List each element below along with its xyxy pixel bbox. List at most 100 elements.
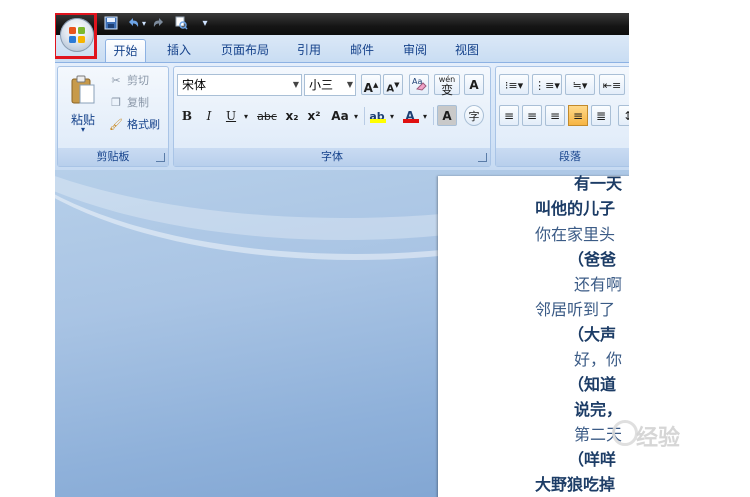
- align-center-button[interactable]: ≡: [522, 105, 542, 126]
- watermark-text: 经验: [636, 426, 681, 451]
- clipboard-group-label: 剪贴板: [58, 148, 168, 166]
- watermark-logo-icon: [612, 420, 638, 446]
- multilevel-list-button[interactable]: ≒▾: [565, 74, 595, 95]
- tab-home[interactable]: 开始: [105, 39, 146, 62]
- document-area[interactable]: 有一天 叫他的儿子 你在家里头 （爸爸 还有啊 邻居听到了 （大声 好，你 （知…: [55, 170, 629, 497]
- font-name-value: 宋体: [182, 78, 207, 92]
- align-right-icon: ≡: [549, 109, 561, 123]
- text-line: （爸爸: [568, 250, 617, 269]
- tab-insert[interactable]: 插入: [155, 39, 203, 62]
- align-center-icon: ≡: [526, 109, 538, 123]
- customize-qat-icon[interactable]: ▾: [197, 16, 213, 32]
- text-line: 说完，: [574, 400, 623, 419]
- font-launcher-icon[interactable]: [478, 153, 487, 162]
- superscript-button[interactable]: x²: [304, 105, 324, 126]
- highlight-button[interactable]: ab: [367, 105, 387, 126]
- chevron-down-icon: ▼: [346, 80, 353, 89]
- title-bar: ▾ ▾: [55, 13, 629, 35]
- decrease-indent-button[interactable]: ⇤≡: [599, 74, 625, 95]
- tab-references[interactable]: 引用: [287, 39, 331, 62]
- font-color-button[interactable]: A: [400, 105, 420, 126]
- paste-button[interactable]: 粘贴 ▾: [66, 73, 100, 137]
- justify-button[interactable]: ≡: [568, 105, 588, 126]
- text-line: 大野狼吃掉: [535, 475, 616, 494]
- grow-font-icon: A: [363, 81, 373, 95]
- word-window: ▾ ▾ 开始 插入 页面布局 引用 邮件 审阅 视图 粘贴 ▾ ✂ 剪切 ❐ 复…: [55, 13, 629, 497]
- strikethrough-button[interactable]: abc: [255, 105, 279, 126]
- grow-font-button[interactable]: A▲: [361, 74, 381, 95]
- brush-icon: 🖌: [109, 118, 123, 131]
- align-right-button[interactable]: ≡: [545, 105, 565, 126]
- character-border-icon: A: [469, 78, 479, 92]
- bold-button[interactable]: B: [177, 105, 197, 126]
- document-page[interactable]: 有一天 叫他的儿子 你在家里头 （爸爸 还有啊 邻居听到了 （大声 好，你 （知…: [438, 174, 629, 497]
- tab-review[interactable]: 审阅: [393, 39, 437, 62]
- redo-icon[interactable]: [151, 16, 167, 32]
- character-shading-button[interactable]: A: [437, 105, 457, 126]
- shrink-font-button[interactable]: A▼: [383, 74, 403, 95]
- character-border-button[interactable]: A: [464, 74, 484, 95]
- enclose-characters-button[interactable]: 字: [464, 105, 484, 126]
- paste-icon: [71, 75, 95, 104]
- print-preview-icon[interactable]: [173, 16, 189, 32]
- format-painter-button[interactable]: 🖌 格式刷: [108, 115, 160, 135]
- font-group-label: 字体: [174, 148, 490, 166]
- scissors-icon: ✂: [111, 74, 121, 87]
- numbering-icon: ⋮≡▾: [534, 79, 560, 92]
- tab-page-layout[interactable]: 页面布局: [210, 39, 280, 62]
- line-spacing-button[interactable]: ↕: [618, 105, 629, 126]
- clear-format-button[interactable]: Aa: [409, 74, 429, 95]
- change-case-button[interactable]: Aa: [328, 105, 352, 126]
- cut-button[interactable]: ✂ 剪切: [108, 71, 149, 91]
- font-size-value: 小三: [309, 78, 334, 92]
- italic-button[interactable]: I: [199, 105, 219, 126]
- decrease-indent-icon: ⇤≡: [602, 79, 622, 92]
- change-case-dropdown-icon[interactable]: ▾: [351, 105, 361, 126]
- font-size-dropdown[interactable]: 小三 ▼: [304, 74, 356, 96]
- justify-icon: ≡: [572, 109, 584, 123]
- distributed-button[interactable]: ≣: [591, 105, 611, 126]
- font-name-dropdown[interactable]: 宋体 ▼: [177, 74, 302, 96]
- tab-view[interactable]: 视图: [445, 39, 489, 62]
- clipboard-launcher-icon[interactable]: [156, 153, 165, 162]
- undo-dropdown-icon[interactable]: ▾: [140, 16, 148, 32]
- phonetic-char: 变: [440, 83, 453, 97]
- save-icon[interactable]: [103, 16, 119, 32]
- font-group: 宋体 ▼ 小三 ▼ A▲ A▼ Aa wén 变 A B I U ▾ abc x₂…: [173, 66, 491, 167]
- paragraph-group: ⁝≡▾ ⋮≡▾ ≒▾ ⇤≡ ≡ ≡ ≡ ≡ ≣ ↕ 段落: [495, 66, 629, 167]
- highlight-dropdown-icon[interactable]: ▾: [387, 105, 397, 126]
- text-line: 好，你: [574, 350, 623, 369]
- numbering-button[interactable]: ⋮≡▾: [532, 74, 562, 95]
- copy-button[interactable]: ❐ 复制: [108, 93, 149, 113]
- text-line: （咩咩: [568, 450, 617, 469]
- text-line: 你在家里头: [535, 225, 616, 244]
- tab-mailings[interactable]: 邮件: [339, 39, 385, 62]
- cut-label: 剪切: [127, 74, 149, 87]
- align-left-icon: ≡: [503, 109, 515, 123]
- chevron-down-icon: ▼: [292, 80, 299, 89]
- eraser-icon: Aa: [412, 77, 427, 91]
- distributed-icon: ≣: [595, 109, 607, 123]
- format-painter-label: 格式刷: [127, 118, 160, 131]
- text-line: （大声: [568, 325, 617, 344]
- line-spacing-icon: ↕: [622, 109, 629, 123]
- underline-button[interactable]: U: [221, 105, 241, 126]
- underline-dropdown-icon[interactable]: ▾: [241, 105, 251, 126]
- ribbon: 粘贴 ▾ ✂ 剪切 ❐ 复制 🖌 格式刷 剪贴板 宋体 ▼ 小三 ▼ A▲ A▼…: [55, 62, 629, 171]
- ribbon-tab-bar: 开始 插入 页面布局 引用 邮件 审阅 视图: [55, 35, 629, 62]
- font-color-bar: [403, 119, 419, 123]
- font-color-dropdown-icon[interactable]: ▾: [420, 105, 430, 126]
- copy-icon: ❐: [111, 96, 121, 109]
- text-line: 还有啊: [574, 275, 623, 294]
- subscript-button[interactable]: x₂: [282, 105, 302, 126]
- align-left-button[interactable]: ≡: [499, 105, 519, 126]
- copy-label: 复制: [127, 96, 149, 109]
- undo-icon[interactable]: [125, 16, 141, 32]
- paste-dropdown-icon: ▾: [80, 125, 85, 134]
- bullets-button[interactable]: ⁝≡▾: [499, 74, 529, 95]
- bullets-icon: ⁝≡▾: [504, 79, 524, 92]
- shrink-font-icon: A: [386, 83, 395, 95]
- phonetic-guide-button[interactable]: wén 变: [434, 74, 460, 97]
- text-line: 有一天: [574, 174, 623, 193]
- highlight-color-bar: [370, 119, 386, 123]
